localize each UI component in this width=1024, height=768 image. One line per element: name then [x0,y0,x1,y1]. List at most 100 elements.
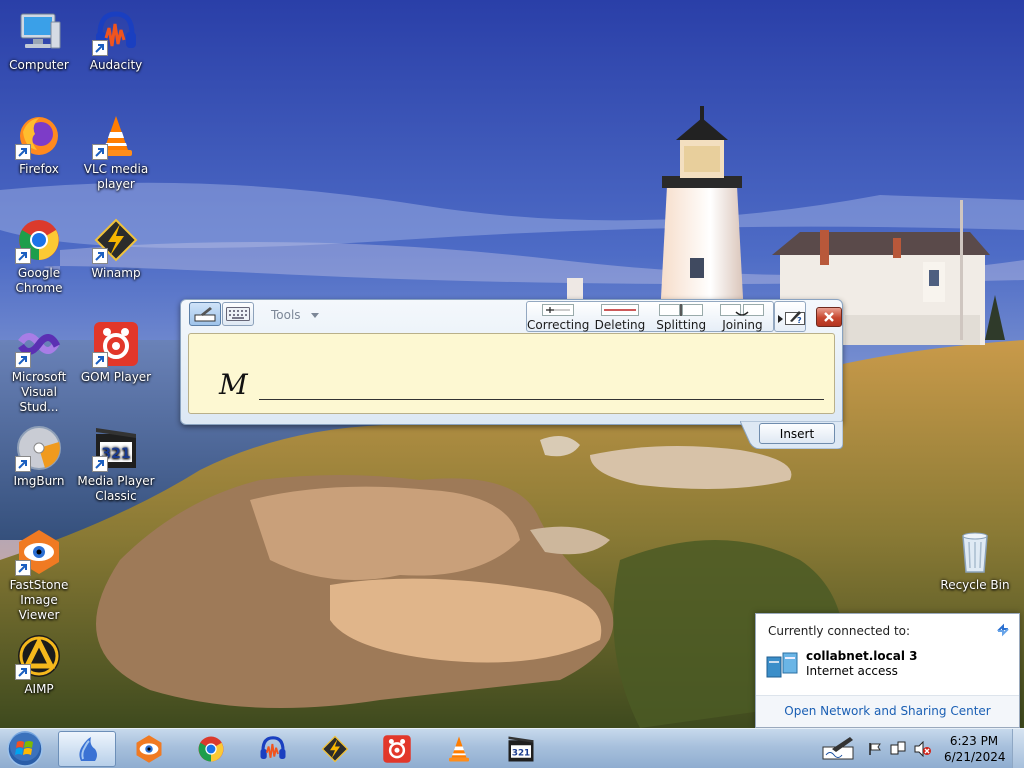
aimp-icon [15,632,63,680]
tray-tablet-input-button[interactable] [822,735,856,765]
desktop-icon-recycle-bin[interactable]: Recycle Bin [936,528,1014,593]
writing-baseline [259,399,824,400]
chrome-icon [198,736,224,762]
shortcut-arrow-icon [15,560,31,576]
network-refresh-button[interactable] [995,622,1011,642]
tray-action-center-flag[interactable] [868,741,882,760]
taskbar-chrome[interactable] [182,731,240,767]
connected-heading: Currently connected to: [768,624,911,638]
desktop-icon-label: Winamp [91,266,141,280]
vlc-icon [449,736,469,762]
shortcut-arrow-icon [15,352,31,368]
show-desktop-button[interactable] [1012,729,1024,768]
tools-menu[interactable]: Tools [271,308,319,322]
tablet-pen-icon [822,737,854,760]
shortcut-arrow-icon [92,352,108,368]
desktop-icon-label: VLC media player [83,162,149,191]
vlc-icon [92,112,140,160]
desktop-icon-faststone[interactable]: FastStone Image Viewer [0,528,78,623]
desktop-icon-winamp[interactable]: Winamp [77,216,155,281]
computer-icon [15,8,63,56]
tray-volume-button[interactable] [914,740,932,761]
desktop-icon-media-player-classic[interactable]: 321 Media Player Classic [77,424,155,504]
desktop-icon-computer[interactable]: Computer [0,8,78,73]
taskbar-tablet-pc-input[interactable] [58,731,116,767]
taskbar-faststone[interactable] [120,731,178,767]
splitting-gesture-icon [659,304,704,316]
gesture-deleting[interactable]: Deleting [589,302,650,332]
desktop-icon-aimp[interactable]: AIMP [0,632,78,697]
network-status-flyout: Currently connected to: collabnet.local … [755,613,1020,728]
flag-icon [869,743,881,755]
splitting-label: Splitting [656,318,707,332]
taskbar-vlc[interactable] [430,731,488,767]
desktop-icon-label: FastStone Image Viewer [9,578,69,622]
notification-area: 6:23 PM 6/21/2024 [820,729,1024,768]
writing-pad-icon [194,307,216,322]
desktop-icon-vlc[interactable]: VLC media player [77,112,155,192]
refresh-arrows-icon [997,623,1009,637]
gesture-correcting[interactable]: Correcting [527,302,589,332]
desktop-icon-label: AIMP [24,682,54,696]
handwriting-ink: M [217,368,253,402]
writing-pad-mode-button[interactable] [189,302,221,326]
gesture-joining[interactable]: Joining [712,302,773,332]
system-clock[interactable]: 6:23 PM 6/21/2024 [944,733,1006,765]
audacity-icon [92,8,140,56]
taskbar-audacity[interactable] [244,731,302,767]
shortcut-arrow-icon [92,248,108,264]
close-button[interactable] [816,307,842,327]
joining-gesture-icon [720,304,765,316]
network-icon [890,741,906,755]
winamp-icon [92,216,140,264]
taskbar-winamp[interactable] [306,731,364,767]
desktop-icon-label: ImgBurn [13,474,65,488]
desktop-icon-label: GOM Player [80,370,152,384]
shortcut-arrow-icon [92,40,108,56]
desktop-icon-label: Computer [9,58,69,72]
open-network-sharing-center-link[interactable]: Open Network and Sharing Center [756,695,1019,727]
gesture-splitting[interactable]: Splitting [651,302,712,332]
volume-muted-icon [914,740,931,758]
media-player-classic-icon: 321 [92,424,140,472]
desktop-icon-label: Recycle Bin [940,578,1010,592]
input-panel-toolbar: Tools Correcting Deleting Splitting Join… [187,301,842,333]
clock-time: 6:23 PM [949,734,999,748]
correcting-gesture-icon [542,304,575,316]
shortcut-arrow-icon [15,456,31,472]
shortcut-arrow-icon [92,456,108,472]
shortcut-arrow-icon [15,144,31,160]
keyboard-icon [226,307,250,321]
desktop-icon-firefox[interactable]: Firefox [0,112,78,177]
desktop-icon-audacity[interactable]: Audacity [77,8,155,73]
gesture-help-button[interactable]: ? [774,301,806,332]
desktop-icon-visual-studio[interactable]: Microsoft Visual Stud... [0,320,78,415]
writing-pad[interactable]: M [188,333,835,414]
tools-menu-label: Tools [271,308,301,322]
desktop-icon-label: Media Player Classic [77,474,155,503]
taskbar-media-player-classic[interactable]: 321 [492,731,550,767]
desktop-icon-imgburn[interactable]: ImgBurn [0,424,78,489]
tray-network-button[interactable] [890,741,906,761]
imgburn-icon [15,424,63,472]
insert-button[interactable]: Insert [759,423,835,444]
visual-studio-icon [15,320,63,368]
recycle-bin-icon [951,528,999,576]
desktop-icon-chrome[interactable]: Google Chrome [0,216,78,296]
chevron-down-icon [310,313,319,318]
network-access-status: Internet access [806,664,898,678]
firefox-icon [15,112,63,160]
tablet-input-panel[interactable]: Tools Correcting Deleting Splitting Join… [180,299,843,449]
close-icon [824,312,834,322]
desktop-icon-label: Firefox [19,162,59,176]
shortcut-arrow-icon [15,664,31,680]
joining-label: Joining [722,318,763,332]
start-button[interactable] [5,730,45,768]
clock-date: 6/21/2024 [944,750,1006,764]
taskbar: 321 6:23 PM 6/21/2024 [0,728,1024,768]
taskbar-gom-player[interactable] [368,731,426,767]
help-pen-icon: ? [785,311,805,325]
touch-keyboard-mode-button[interactable] [222,302,254,326]
desktop-icon-gom-player[interactable]: GOM Player [77,320,155,385]
faststone-icon [15,528,63,576]
